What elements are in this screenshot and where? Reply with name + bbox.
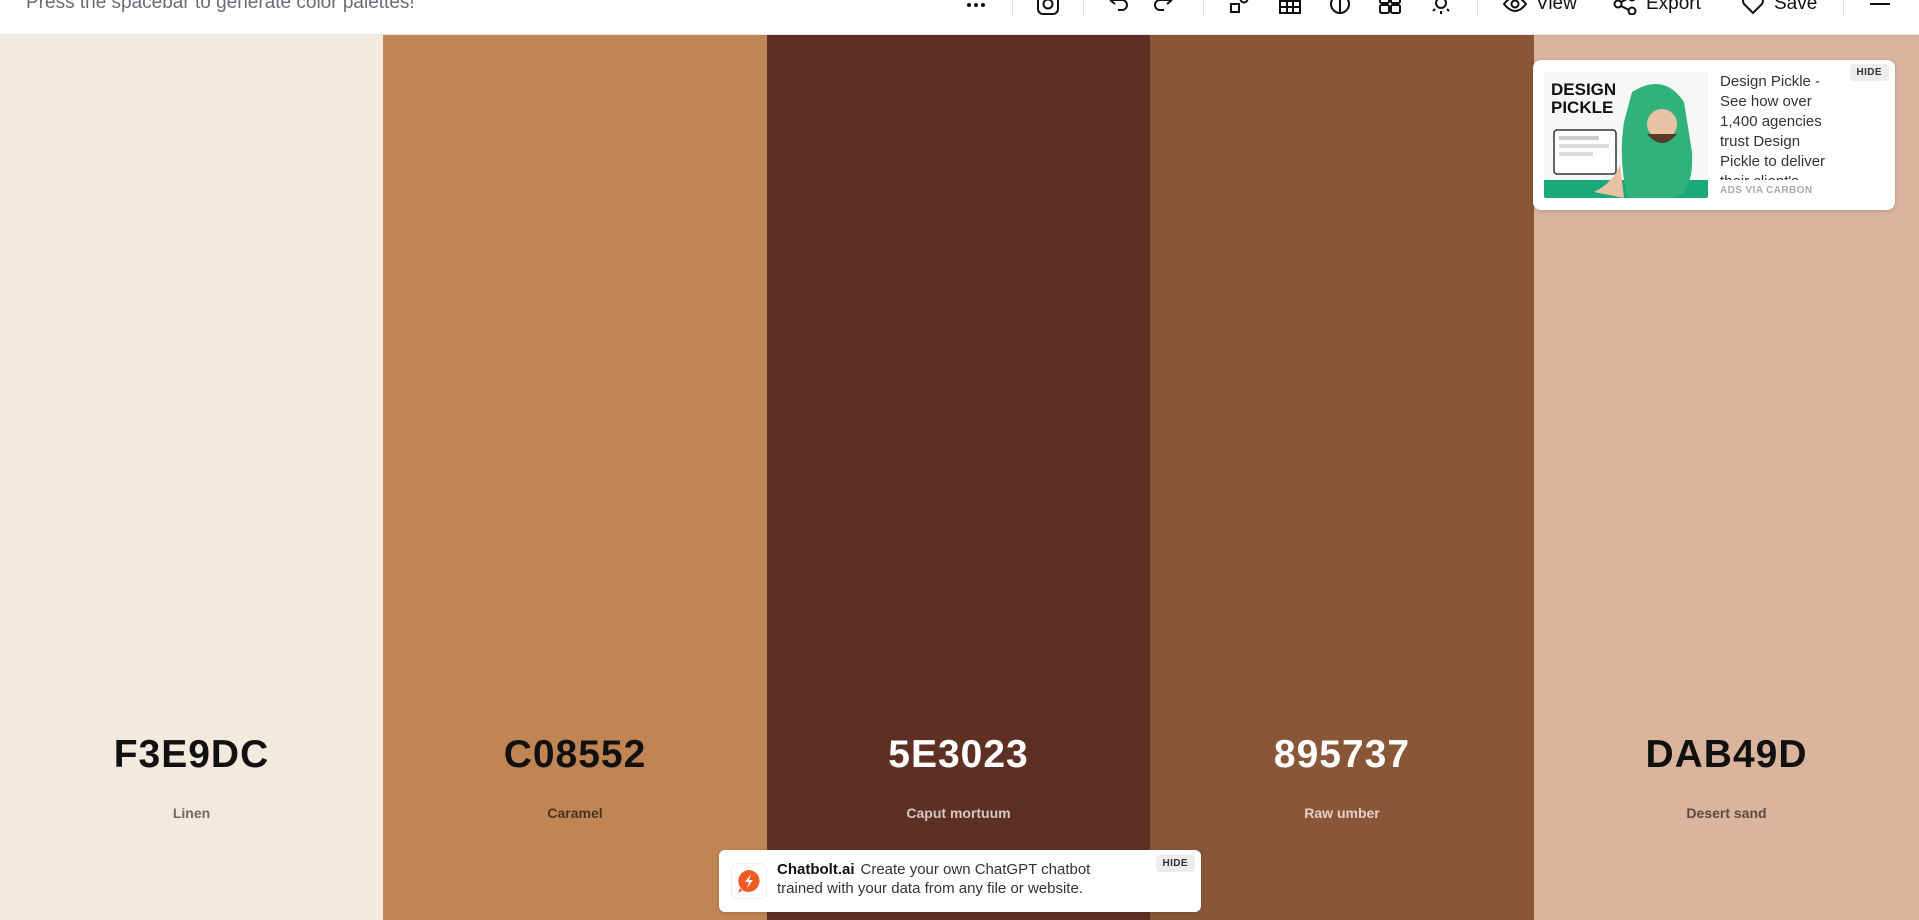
- toolbar-divider: [1477, 0, 1478, 16]
- hide-ad-button[interactable]: HIDE: [1155, 855, 1195, 872]
- svg-text:DESIGN: DESIGN: [1551, 80, 1616, 99]
- layout-icon[interactable]: [1378, 0, 1402, 16]
- menu-icon[interactable]: [1869, 0, 1891, 16]
- ads-via-carbon[interactable]: ADS VIA CARBON: [1720, 185, 1812, 196]
- share-icon: [1613, 0, 1637, 15]
- chatbolt-ad[interactable]: Chatbolt.ai Create your own ChatGPT chatb…: [719, 850, 1201, 912]
- color-swatch[interactable]: 895737 Raw umber: [1150, 35, 1534, 920]
- color-name[interactable]: Desert sand: [1534, 805, 1919, 821]
- chatbolt-brand: Chatbolt.ai: [777, 861, 855, 878]
- export-button[interactable]: Export: [1613, 0, 1701, 16]
- color-swatch[interactable]: C08552 Caramel: [383, 35, 767, 920]
- hex-code[interactable]: 5E3023: [767, 733, 1150, 777]
- chatbolt-ad-text[interactable]: Chatbolt.ai Create your own ChatGPT chatb…: [777, 860, 1137, 898]
- generate-hint: Press the spacebar to generate color pal…: [26, 0, 415, 13]
- undo-icon[interactable]: [1106, 0, 1130, 16]
- chatbolt-logo-icon: [731, 863, 767, 899]
- more-options-icon[interactable]: [965, 0, 987, 16]
- save-label: Save: [1774, 0, 1818, 14]
- view-button[interactable]: View: [1503, 0, 1577, 16]
- ad-text[interactable]: Design Pickle - See how over 1,400 agenc…: [1720, 72, 1844, 180]
- top-toolbar: Press the spacebar to generate color pal…: [0, 0, 1919, 35]
- color-blindness-icon[interactable]: [1329, 0, 1351, 16]
- color-swatch[interactable]: F3E9DC Linen: [0, 35, 383, 920]
- toolbar-divider: [1012, 0, 1013, 16]
- hex-code[interactable]: DAB49D: [1534, 733, 1919, 777]
- export-label: Export: [1646, 0, 1701, 14]
- save-button[interactable]: Save: [1741, 0, 1817, 16]
- brightness-icon[interactable]: [1430, 0, 1452, 16]
- toolbar-divider: [1203, 0, 1204, 16]
- adjust-palette-icon[interactable]: [1229, 0, 1251, 16]
- toolbar-divider: [1083, 0, 1084, 16]
- grid-view-icon[interactable]: [1278, 0, 1302, 16]
- instagram-icon[interactable]: [1036, 0, 1060, 16]
- eye-icon: [1503, 0, 1527, 12]
- color-name[interactable]: Linen: [0, 805, 383, 821]
- view-label: View: [1536, 0, 1577, 14]
- heart-icon: [1742, 0, 1764, 15]
- color-name[interactable]: Caramel: [383, 805, 767, 821]
- color-swatch[interactable]: 5E3023 Caput mortuum: [767, 35, 1150, 920]
- toolbar-divider: [1843, 0, 1844, 16]
- hex-code[interactable]: F3E9DC: [0, 733, 383, 777]
- color-name[interactable]: Caput mortuum: [767, 805, 1150, 821]
- hex-code[interactable]: C08552: [383, 733, 767, 777]
- ad-image[interactable]: DESIGN PICKLE: [1544, 72, 1708, 198]
- carbon-ad[interactable]: DESIGN PICKLE Design Pickle - See how ov…: [1533, 60, 1895, 210]
- hex-code[interactable]: 895737: [1150, 733, 1534, 777]
- hide-ad-button[interactable]: HIDE: [1849, 64, 1889, 81]
- redo-icon[interactable]: [1152, 0, 1176, 16]
- color-name[interactable]: Raw umber: [1150, 805, 1534, 821]
- svg-text:PICKLE: PICKLE: [1551, 98, 1613, 117]
